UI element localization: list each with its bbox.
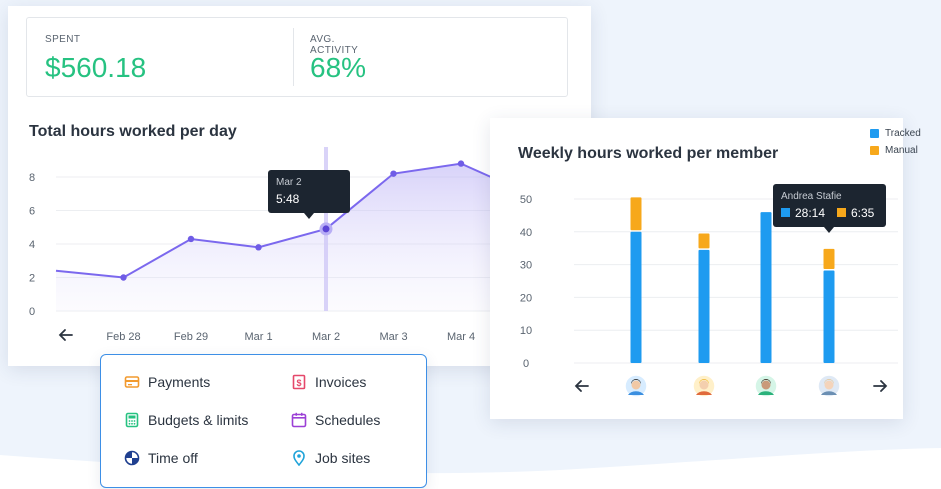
menu-item-job-sites[interactable]: Job sites: [291, 450, 370, 466]
menu-item-schedules[interactable]: Schedules: [291, 412, 380, 428]
menu-item-label: Invoices: [315, 374, 367, 390]
tooltip-tracked-swatch: [781, 208, 790, 217]
manual-bar[interactable]: [630, 197, 642, 231]
data-point[interactable]: [457, 160, 465, 167]
avatar-face: [699, 380, 709, 390]
data-point[interactable]: [187, 235, 195, 243]
menu-item-budgets[interactable]: Budgets & limits: [124, 412, 248, 428]
daily-tooltip: Mar 2 5:48: [268, 170, 350, 219]
menu-item-label: Payments: [148, 374, 211, 390]
arrow-left-shape: [58, 329, 73, 341]
data-point[interactable]: [255, 244, 262, 251]
x-tick-label: Mar 1: [244, 331, 272, 343]
manual-bar[interactable]: [823, 248, 835, 270]
y-tick-label: 4: [29, 239, 35, 251]
tracked-bar[interactable]: [698, 249, 710, 363]
y-tick-label: 50: [520, 194, 532, 206]
menu-item-label: Schedules: [315, 412, 381, 428]
y-tick-label: 10: [520, 325, 532, 337]
tooltip-manual-swatch: [837, 208, 846, 217]
menu-item-label: Budgets & limits: [148, 412, 249, 428]
x-tick-label: Mar 4: [447, 331, 475, 343]
y-tick-label: 8: [29, 172, 35, 184]
y-tick-label: 0: [29, 306, 35, 318]
weekly-tooltip: Andrea Stafie 28:14 6:35: [773, 184, 886, 233]
menu-item-payments[interactable]: Payments: [124, 374, 210, 390]
schedules-icon: [291, 412, 307, 428]
avatar-face: [761, 380, 771, 390]
tracked-bar[interactable]: [630, 231, 642, 363]
x-tick-label: Feb 28: [106, 331, 140, 343]
tooltip-pointer: [304, 213, 314, 219]
member-avatar[interactable]: [692, 374, 716, 398]
tooltip-date: Mar 2: [276, 177, 302, 188]
invoices-icon: $: [291, 374, 307, 390]
budgets-icon: [124, 412, 140, 428]
arrow-right-shape: [873, 380, 888, 392]
tracked-bar[interactable]: [823, 270, 835, 363]
y-tick-label: 6: [29, 206, 35, 218]
member-avatar[interactable]: [754, 374, 778, 398]
menu-item-label: Time off: [148, 450, 198, 466]
features-menu: Payments $ Invoices Budgets & limits Sch…: [100, 354, 427, 488]
menu-item-label: Job sites: [315, 450, 371, 466]
y-tick-label: 2: [29, 273, 35, 285]
x-tick-label: Feb 29: [174, 331, 208, 343]
weekly-hours-card: Weekly hours worked per member Tracked M…: [490, 118, 921, 419]
manual-bar[interactable]: [698, 233, 710, 249]
arrow-right-icon[interactable]: [873, 380, 888, 392]
data-point[interactable]: [390, 170, 397, 177]
y-tick-label: 0: [523, 358, 529, 370]
tooltip-manual-value: 6:35: [851, 206, 875, 220]
arrow-left-shape: [574, 380, 589, 392]
y-tick-label: 30: [520, 260, 532, 272]
data-point[interactable]: [120, 274, 127, 281]
svg-text:$: $: [296, 378, 301, 388]
time-off-icon: [124, 450, 140, 466]
weekly-hours-chart: 0 10 20 30 40 50 Andrea Stafie 28:14 6:35: [520, 184, 898, 398]
tooltip-tracked-value: 28:14: [795, 206, 825, 220]
tooltip-value: 5:48: [276, 192, 300, 206]
x-tick-label: Mar 2: [312, 331, 340, 343]
data-point[interactable]: [319, 222, 333, 236]
menu-item-time-off[interactable]: Time off: [124, 450, 198, 466]
menu-item-invoices[interactable]: $ Invoices: [291, 374, 366, 390]
payments-icon: [124, 374, 140, 390]
member-avatar[interactable]: [624, 374, 648, 398]
y-tick-label: 20: [520, 292, 532, 304]
avatar-face: [631, 380, 641, 390]
y-tick-label: 40: [520, 227, 532, 239]
job-sites-icon: [291, 450, 307, 466]
member-avatar[interactable]: [817, 374, 841, 398]
x-tick-label: Mar 3: [379, 331, 407, 343]
tracked-bar[interactable]: [760, 212, 772, 363]
arrow-left-icon[interactable]: [58, 329, 73, 341]
arrow-left-icon[interactable]: [574, 380, 589, 392]
avatar-face: [824, 380, 834, 390]
tooltip-member-name: Andrea Stafie: [781, 191, 842, 202]
